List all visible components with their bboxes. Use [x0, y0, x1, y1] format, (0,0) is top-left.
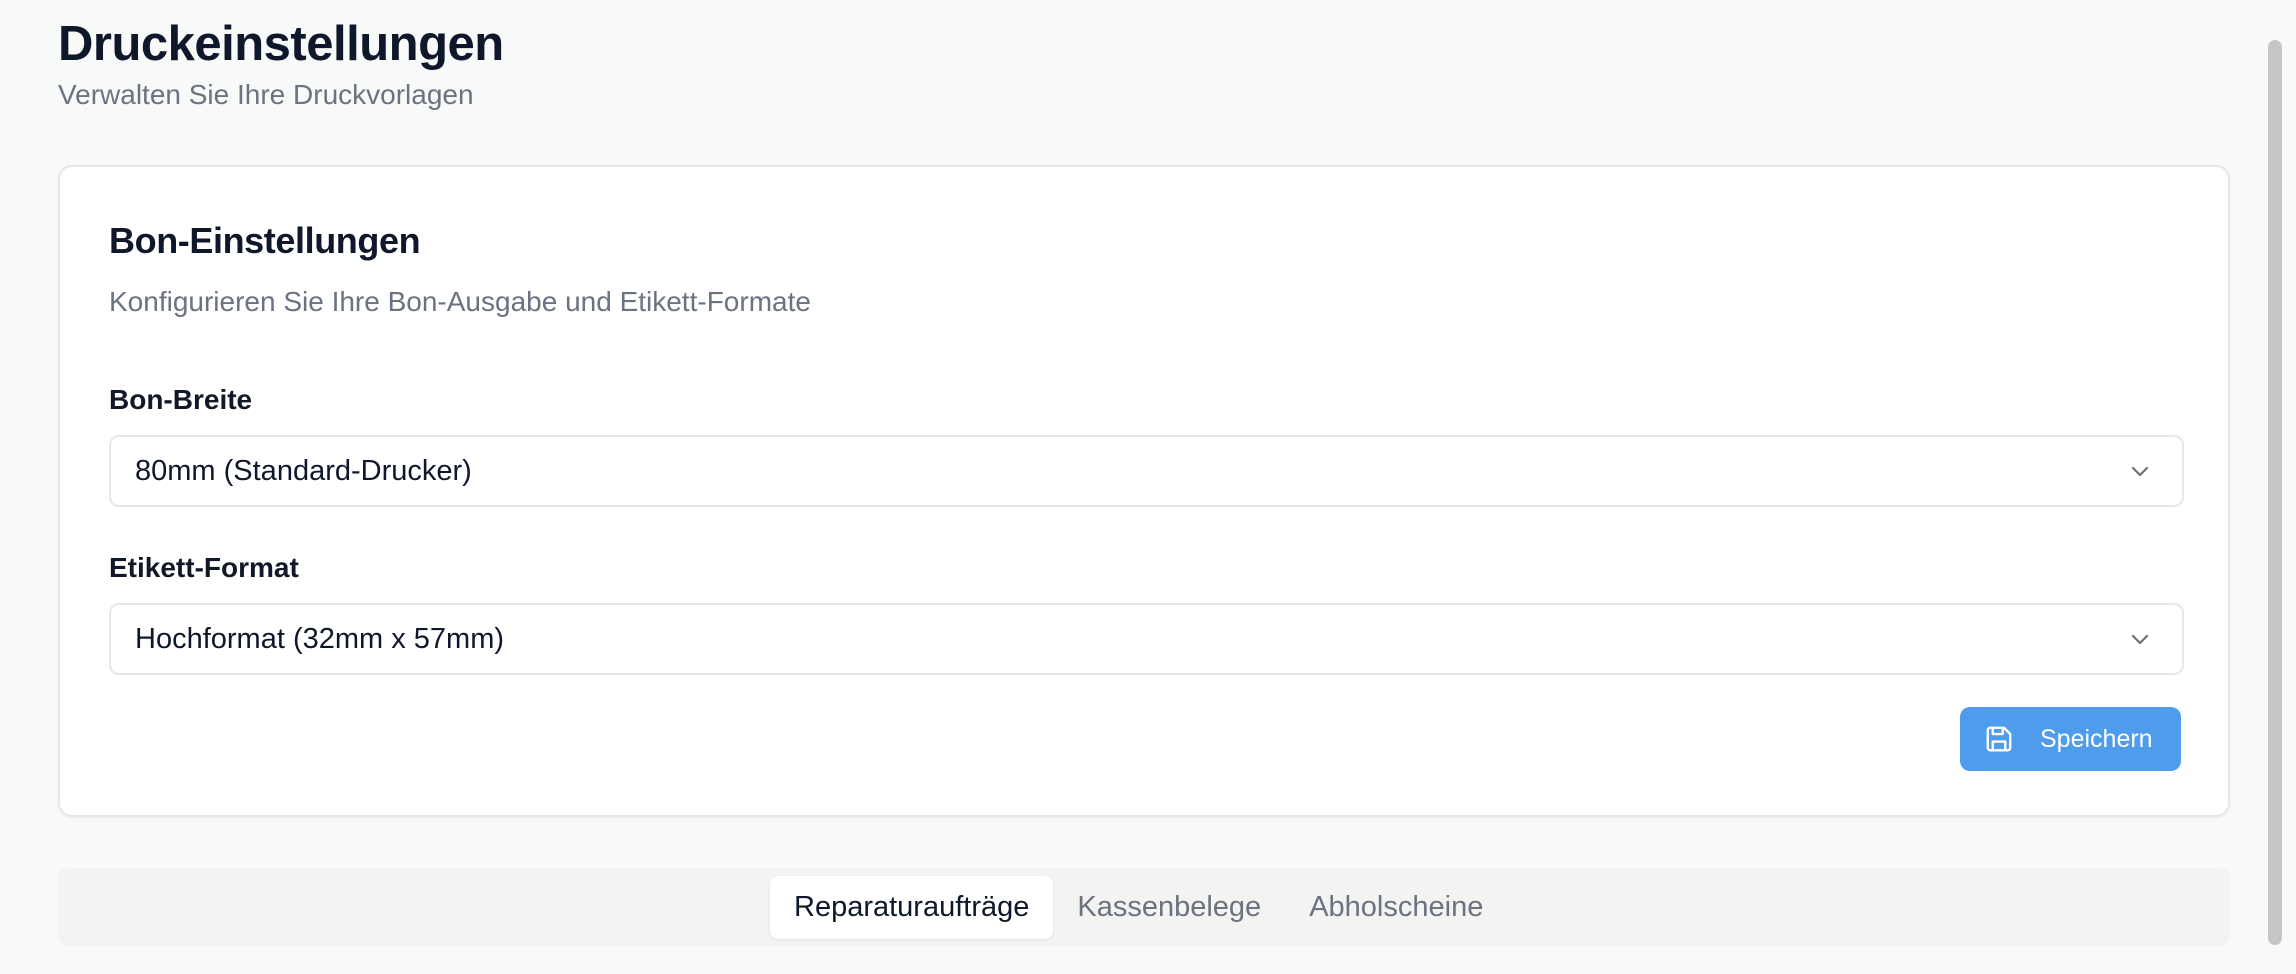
receipt-settings-card: Bon-Einstellungen Konfigurieren Sie Ihre… — [58, 165, 2230, 817]
page-scrollbar[interactable] — [2262, 0, 2296, 974]
label-format-value: Hochformat (32mm x 57mm) — [135, 623, 505, 655]
scrollbar-thumb[interactable] — [2268, 40, 2282, 945]
tab-list: Reparaturaufträge Kassenbelege Abholsche… — [770, 876, 1507, 939]
card-description: Konfigurieren Sie Ihre Bon-Ausgabe und E… — [109, 286, 811, 317]
tab-repair-orders[interactable]: Reparaturaufträge — [770, 876, 1054, 939]
chevron-down-icon — [2131, 634, 2149, 645]
label-format-label: Etikett-Format — [109, 552, 299, 583]
template-tabs: Reparaturaufträge Kassenbelege Abholsche… — [58, 868, 2230, 946]
receipt-width-select[interactable]: 80mm (Standard-Drucker) — [109, 435, 2184, 507]
save-button[interactable]: Speichern — [1960, 707, 2181, 771]
save-icon — [1986, 726, 2012, 752]
card-title: Bon-Einstellungen — [109, 220, 421, 261]
page-subtitle: Verwalten Sie Ihre Druckvorlagen — [58, 79, 474, 110]
tab-cash-receipts[interactable]: Kassenbelege — [1053, 876, 1285, 939]
receipt-width-label: Bon-Breite — [109, 384, 253, 415]
tab-pickup-slips[interactable]: Abholscheine — [1285, 876, 1507, 939]
label-format-select[interactable]: Hochformat (32mm x 57mm) — [109, 603, 2184, 675]
chevron-down-icon — [2131, 466, 2149, 477]
receipt-width-value: 80mm (Standard-Drucker) — [135, 455, 472, 487]
page-title: Druckeinstellungen — [58, 17, 504, 71]
save-button-label: Speichern — [2040, 725, 2153, 753]
